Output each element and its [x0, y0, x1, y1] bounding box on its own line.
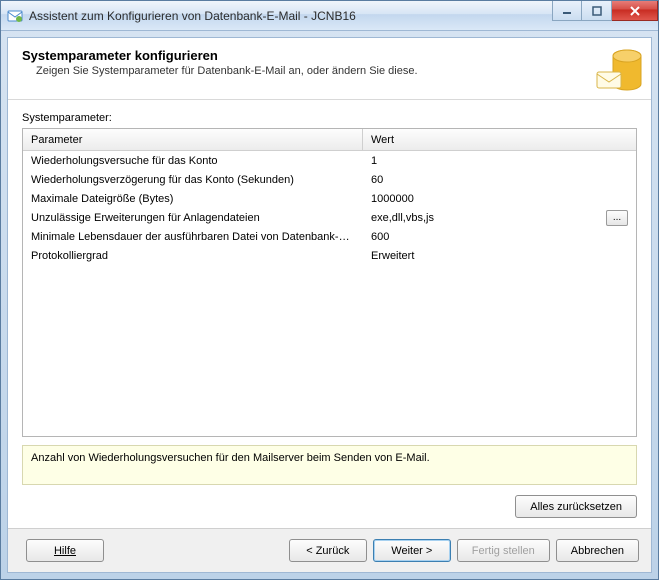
table-row[interactable]: Unzulässige Erweiterungen für Anlagendat…	[23, 208, 636, 227]
finish-button: Fertig stellen	[457, 539, 550, 562]
minimize-button[interactable]	[552, 1, 582, 21]
reset-all-button[interactable]: Alles zurücksetzen	[515, 495, 637, 518]
param-cell: Wiederholungsversuche für das Konto	[23, 155, 363, 167]
value-text: exe,dll,vbs,js	[371, 212, 602, 224]
help-button[interactable]: Hilfe	[26, 539, 104, 562]
param-cell: Maximale Dateigröße (Bytes)	[23, 193, 363, 205]
param-cell: Minimale Lebensdauer der ausführbaren Da…	[23, 231, 363, 243]
page-subtitle: Zeigen Sie Systemparameter für Datenbank…	[36, 65, 637, 77]
table-row[interactable]: Protokolliergrad Erweitert	[23, 246, 636, 265]
column-header-value[interactable]: Wert	[363, 129, 636, 150]
param-cell: Protokolliergrad	[23, 250, 363, 262]
page-title: Systemparameter konfigurieren	[22, 48, 637, 63]
value-text: Erweitert	[371, 250, 628, 262]
hint-box: Anzahl von Wiederholungsversuchen für de…	[22, 445, 637, 485]
window-title: Assistent zum Konfigurieren von Datenban…	[29, 9, 356, 23]
column-header-parameter[interactable]: Parameter	[23, 129, 363, 150]
next-button[interactable]: Weiter >	[373, 539, 451, 562]
value-cell[interactable]: exe,dll,vbs,js...	[363, 210, 636, 226]
window-controls	[552, 1, 658, 21]
value-cell[interactable]: 600	[363, 231, 636, 243]
app-icon	[7, 8, 23, 24]
close-button[interactable]	[612, 1, 658, 21]
value-cell[interactable]: Erweitert	[363, 250, 636, 262]
param-cell: Wiederholungsverzögerung für das Konto (…	[23, 174, 363, 186]
cancel-button[interactable]: Abbrechen	[556, 539, 639, 562]
value-text: 1000000	[371, 193, 628, 205]
param-cell: Unzulässige Erweiterungen für Anlagendat…	[23, 212, 363, 224]
value-cell[interactable]: 1000000	[363, 193, 636, 205]
wizard-panel: Systemparameter konfigurieren Zeigen Sie…	[7, 37, 652, 573]
table-row[interactable]: Wiederholungsverzögerung für das Konto (…	[23, 170, 636, 189]
table-row[interactable]: Maximale Dateigröße (Bytes) 1000000	[23, 189, 636, 208]
wizard-header: Systemparameter konfigurieren Zeigen Sie…	[8, 38, 651, 100]
database-icon	[591, 44, 643, 96]
value-text: 600	[371, 231, 628, 243]
table-row[interactable]: Wiederholungsversuche für das Konto 1	[23, 151, 636, 170]
value-cell[interactable]: 1	[363, 155, 636, 167]
parameters-grid: Parameter Wert Wiederholungsversuche für…	[22, 128, 637, 437]
wizard-footer: Hilfe < Zurück Weiter > Fertig stellen A…	[8, 528, 651, 572]
titlebar[interactable]: Assistent zum Konfigurieren von Datenban…	[1, 1, 658, 31]
grid-header: Parameter Wert	[23, 129, 636, 151]
maximize-button[interactable]	[582, 1, 612, 21]
value-text: 60	[371, 174, 628, 186]
table-row[interactable]: Minimale Lebensdauer der ausführbaren Da…	[23, 227, 636, 246]
value-text: 1	[371, 155, 628, 167]
browse-button[interactable]: ...	[606, 210, 628, 226]
section-label: Systemparameter:	[22, 112, 637, 124]
back-button[interactable]: < Zurück	[289, 539, 367, 562]
value-cell[interactable]: 60	[363, 174, 636, 186]
grid-rows: Wiederholungsversuche für das Konto1Wied…	[23, 151, 636, 436]
